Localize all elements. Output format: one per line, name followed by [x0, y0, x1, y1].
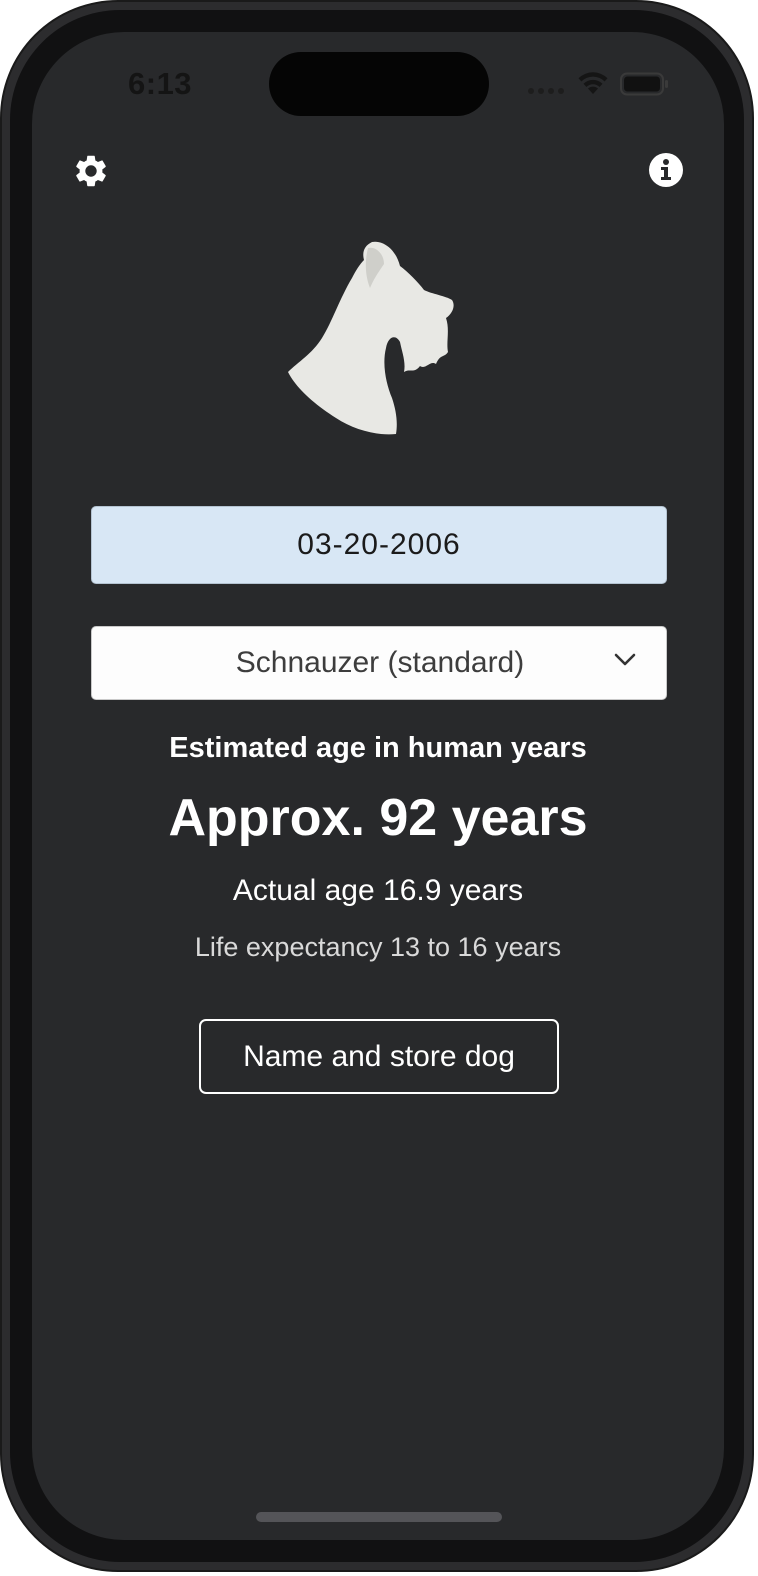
actual-age-text: Actual age 16.9 years — [232, 874, 524, 907]
name-and-store-dog-button[interactable]: Name and store dog — [199, 1019, 559, 1094]
birth-date-field[interactable]: 03-20-2006 — [91, 506, 667, 584]
wifi-icon — [578, 72, 608, 94]
app-screen: 6:13 03-20-2006 Schnauzer (standard) Est… — [32, 32, 724, 1540]
schnauzer-head-icon — [288, 241, 454, 435]
chevron-down-icon — [614, 653, 636, 666]
info-icon[interactable] — [648, 152, 684, 188]
status-time: 6:13 — [128, 66, 193, 101]
cellular-signal-icon — [528, 88, 564, 94]
gear-icon[interactable] — [72, 152, 110, 190]
breed-select[interactable]: Schnauzer (standard) — [91, 626, 667, 700]
life-expectancy-text: Life expectancy 13 to 16 years — [194, 932, 562, 962]
dynamic-island — [269, 52, 489, 116]
estimated-age-label: Estimated age in human years — [169, 732, 587, 764]
human-age-value: Approx. 92 years — [168, 789, 588, 847]
home-indicator[interactable] — [256, 1512, 502, 1522]
battery-icon — [620, 72, 668, 96]
breed-select-value: Schnauzer (standard) — [235, 646, 525, 679]
